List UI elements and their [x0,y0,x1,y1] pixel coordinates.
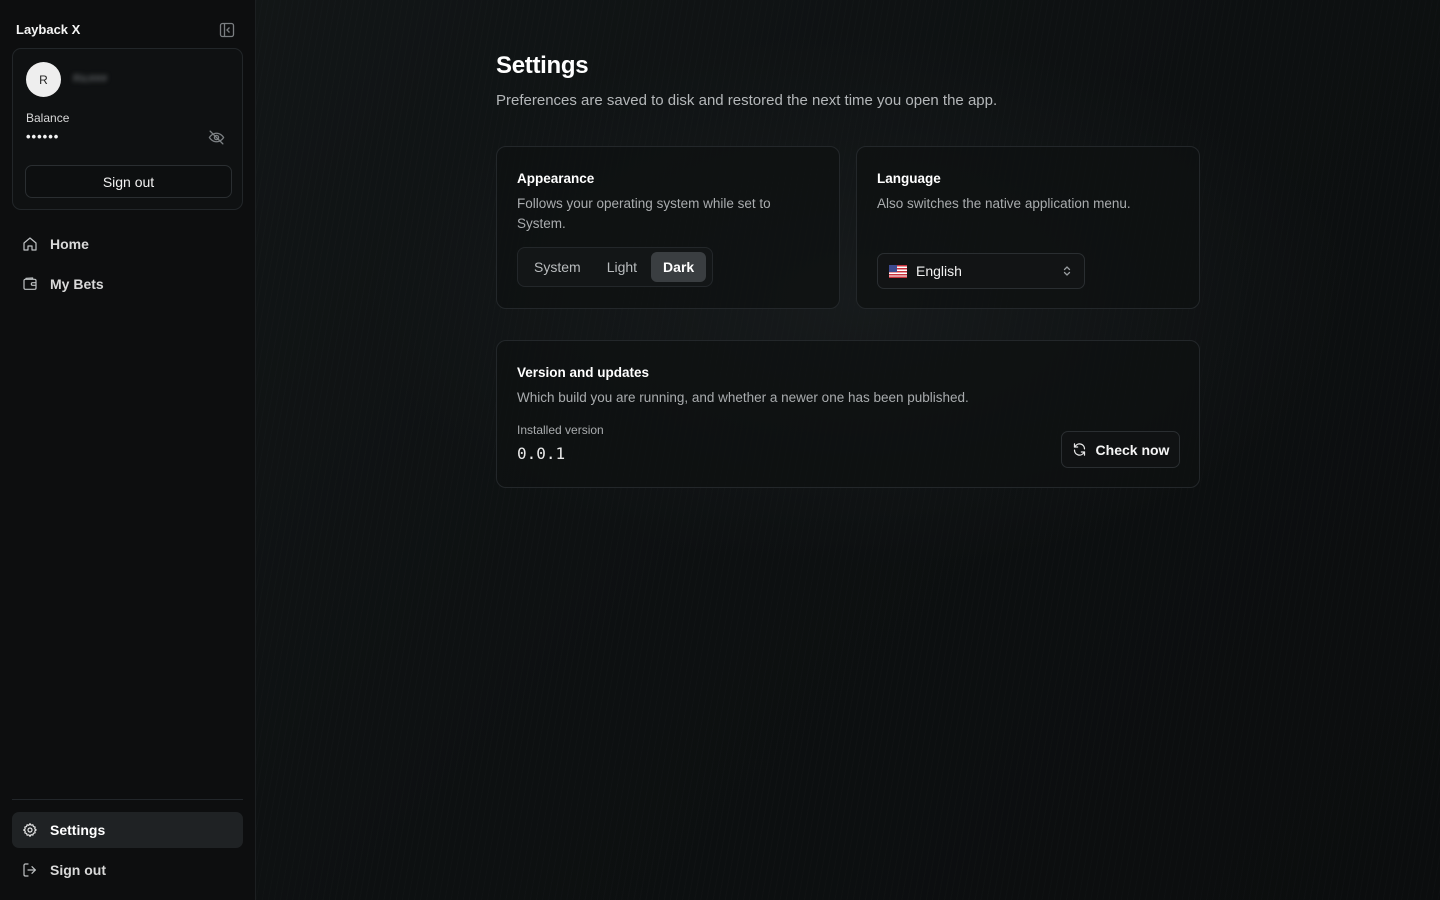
avatar: R [26,62,61,97]
sidebar-item-label: Settings [50,822,106,838]
page-title: Settings [496,52,589,79]
logout-icon [23,863,36,877]
theme-option-light[interactable]: Light [595,252,649,282]
sidebar-item-label: Home [50,236,89,252]
installed-version-label: Installed version [517,423,604,437]
language-select[interactable]: English [877,253,1085,289]
language-card: Language Also switches the native applic… [856,146,1200,309]
sidebar-item-sign-out[interactable]: Sign out [12,852,243,888]
account-card: R Ric### Balance •••••• Sign out [12,48,243,210]
version-card: Version and updates Which build you are … [496,340,1200,488]
check-now-label: Check now [1095,441,1170,458]
refresh-icon [1073,443,1085,456]
balance-label: Balance [26,111,70,125]
eye-off-icon[interactable] [208,129,225,146]
us-flag-icon [889,264,907,278]
account-sign-out-button[interactable]: Sign out [25,165,232,198]
sidebar-item-my-bets[interactable]: My Bets [12,266,243,302]
balance-value: •••••• [26,129,60,144]
language-title: Language [877,171,941,186]
app-brand: Layback X [16,22,81,37]
gear-icon [23,823,37,837]
sidebar-collapse-icon[interactable] [219,22,235,38]
version-title: Version and updates [517,365,650,380]
appearance-card: Appearance Follows your operating system… [496,146,840,309]
chevron-up-down-icon [1063,266,1071,276]
theme-segmented-control: System Light Dark [517,247,713,287]
theme-option-dark[interactable]: Dark [651,252,707,282]
wallet-icon [23,277,37,290]
theme-option-system[interactable]: System [522,252,593,282]
installed-version-value: 0.0.1 [517,444,566,463]
version-description: Which build you are running, and whether… [517,390,969,405]
sidebar-item-label: My Bets [50,276,104,292]
language-selected-value: English [916,263,962,279]
language-description: Also switches the native application men… [877,196,1131,211]
sidebar-item-label: Sign out [50,862,106,878]
sidebar-item-settings[interactable]: Settings [12,812,243,848]
sidebar-item-home[interactable]: Home [12,226,243,262]
sidebar: Layback X R Ric### Balance •••••• Sign o… [0,0,256,900]
username: Ric### [73,73,108,85]
page-subtitle: Preferences are saved to disk and restor… [496,92,998,109]
sidebar-divider [12,799,243,800]
appearance-description: Follows your operating system while set … [517,196,771,231]
check-now-button[interactable]: Check now [1061,431,1180,468]
appearance-title: Appearance [517,171,595,186]
home-icon [23,237,37,251]
